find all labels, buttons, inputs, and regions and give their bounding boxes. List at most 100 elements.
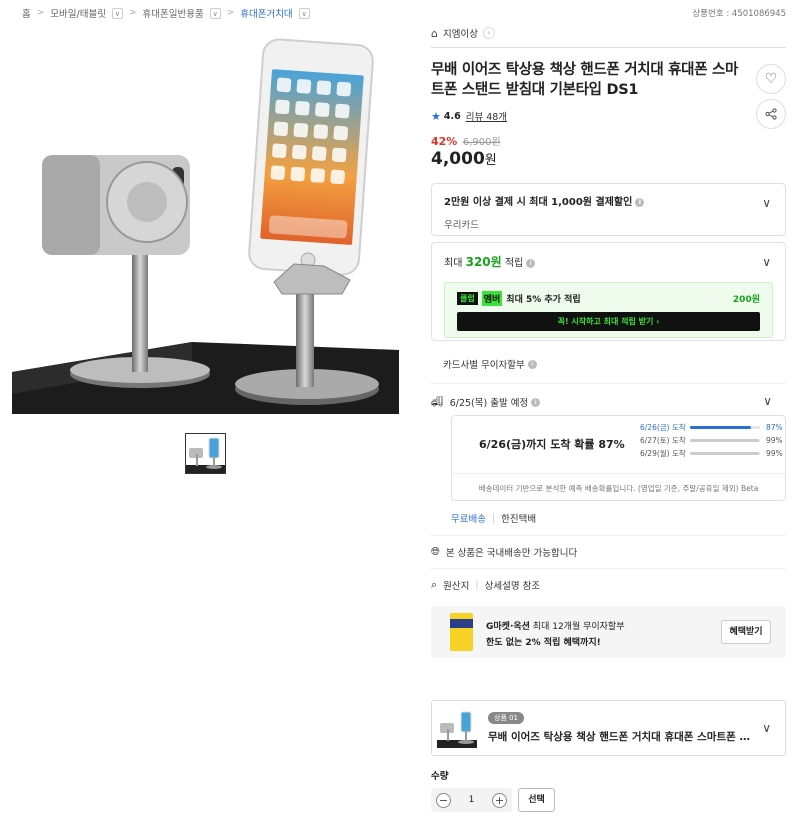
breadcrumb-level3[interactable]: 휴대폰거치대 xyxy=(240,6,292,20)
chevron-right-icon: > xyxy=(226,8,235,18)
divider xyxy=(431,568,786,569)
original-price: 6,900원 xyxy=(462,137,501,148)
review-link[interactable]: 리뷰 48개 xyxy=(466,109,507,123)
product-number: 상품번호 : 4501086945 xyxy=(692,9,786,19)
points-suffix: 적립 xyxy=(504,258,524,269)
carrier-name: 한진택배 xyxy=(501,514,537,525)
points-panel[interactable]: 최대 320원 적립 i ∨ 클럽 멤버 최대 5% 추가 적립 200원 꼭! … xyxy=(431,242,786,341)
product-main-image xyxy=(12,32,399,414)
chevron-down-icon[interactable]: ∨ xyxy=(209,7,221,19)
credit-card-icon xyxy=(450,613,473,651)
divider xyxy=(431,383,786,384)
arrival-row: 6/27(토) 도착 99% xyxy=(640,436,783,445)
membership-logo: 클럽 xyxy=(457,292,478,305)
divider xyxy=(431,535,786,536)
product-thumbnail[interactable] xyxy=(185,433,226,474)
option-selector[interactable]: 상품 01 무배 이어즈 탁상용 책상 핸드폰 거치대 휴대폰 스마트폰 스탠드… xyxy=(431,700,786,756)
share-button[interactable] xyxy=(756,99,786,129)
product-title: 무배 이어즈 탁상용 책상 핸드폰 거치대 휴대폰 스마트폰 스탠드 받침대 기… xyxy=(431,62,739,98)
membership-box: 클럽 멤버 최대 5% 추가 적립 200원 꼭! 시작하고 최대 적립 받기 … xyxy=(444,282,773,338)
breadcrumb-level2[interactable]: 휴대폰일반용품 xyxy=(143,6,204,20)
minus-button[interactable]: − xyxy=(436,792,451,808)
heart-icon: ♡ xyxy=(764,71,778,87)
quantity-value[interactable]: 1 xyxy=(469,795,475,805)
breadcrumb: 홈 > 모바일/태블릿 ∨ > 휴대폰일반용품 ∨ > 휴대폰거치대 ∨ xyxy=(22,6,310,20)
points-amount: 320원 xyxy=(465,255,502,269)
store-link[interactable]: ⌂ 지엠이상 › xyxy=(431,26,786,40)
delivery-note: 배송데이터 기반으로 분석한 예측 배송확률입니다. (영업일 기준, 주말/공… xyxy=(452,473,785,494)
chevron-right-icon: > xyxy=(128,8,137,18)
domestic-row: 🌐︎ 본 상품은 국내배송만 가능합니다 xyxy=(431,545,786,559)
breadcrumb-level1[interactable]: 모바일/태블릿 xyxy=(50,6,106,20)
discount-rate: 42% xyxy=(431,135,458,148)
membership-brand: 멤버 xyxy=(481,291,503,306)
divider xyxy=(431,47,786,48)
truck-icon: 🚚︎ xyxy=(431,396,444,408)
search-icon: ⌕ xyxy=(431,578,438,591)
info-icon[interactable]: i xyxy=(531,397,541,407)
separator: | xyxy=(475,579,479,591)
rating-score: 4.6 xyxy=(443,110,461,122)
domestic-note: 본 상품은 국내배송만 가능합니다 xyxy=(445,548,578,559)
membership-start-button[interactable]: 꼭! 시작하고 최대 적립 받기 › xyxy=(457,312,760,331)
info-icon[interactable]: i xyxy=(527,359,537,369)
arrival-summary: 6/26(금)까지 도착 확률 87% xyxy=(479,438,625,451)
chevron-down-icon: ∨ xyxy=(762,721,771,735)
breadcrumb-home[interactable]: 홈 xyxy=(22,6,31,20)
separator: | xyxy=(491,512,496,524)
membership-text: 최대 5% 추가 적립 xyxy=(506,295,581,305)
arrival-row: 6/26(금) 도착 87% xyxy=(640,423,783,432)
chevron-right-icon: > xyxy=(36,8,45,18)
card-discount-panel[interactable]: 2만원 이상 결제 시 최대 1,000원 결제할인 i 우리카드 ∨ xyxy=(431,183,786,236)
installment-label: 카드사별 무이자할부 xyxy=(443,360,525,371)
sale-price-value: 4,000 xyxy=(431,149,485,169)
benefit-text: G마켓·옥션 최대 12개월 무이자할부 한도 없는 2% 적립 혜택까지! xyxy=(486,622,625,648)
chevron-down-icon: ∨ xyxy=(763,394,772,408)
option-name: 무배 이어즈 탁상용 책상 핸드폰 거치대 휴대폰 스마트폰 스탠드 받침대 기… xyxy=(488,731,756,743)
option-thumbnail xyxy=(437,711,477,748)
get-benefit-button[interactable]: 혜택받기 xyxy=(721,620,771,644)
chevron-down-icon: ∨ xyxy=(762,196,771,210)
rating: ★ 4.6 리뷰 48개 xyxy=(431,109,786,124)
origin-row: ⌕ 원산지 | 상세설명 참조 xyxy=(431,578,786,592)
arrival-row: 6/29(월) 도착 99% xyxy=(640,449,783,458)
home-icon: ⌂ xyxy=(431,26,438,40)
installment-row[interactable]: 카드사별 무이자할부 i xyxy=(431,357,786,371)
membership-amount: 200원 xyxy=(732,295,760,305)
free-shipping-label: 무료배송 xyxy=(451,514,486,525)
shipping-method: 무료배송 | 한진택배 xyxy=(451,511,786,526)
option-tag: 상품 01 xyxy=(488,712,525,724)
info-icon[interactable]: i xyxy=(526,258,536,268)
origin-value: 상세설명 참조 xyxy=(484,581,541,592)
select-button[interactable]: 선택 xyxy=(518,788,555,812)
shipping-row[interactable]: 🚚︎ 6/25(목) 출발 예정 i ∨ xyxy=(431,394,786,409)
plus-button[interactable]: + xyxy=(491,792,507,808)
card-name: 우리카드 xyxy=(444,220,479,231)
globe-icon: 🌐︎ xyxy=(431,545,440,558)
star-icon: ★ xyxy=(431,109,441,123)
arrival-bar-fill xyxy=(690,439,760,442)
origin-label: 원산지 xyxy=(443,581,470,592)
arrival-rows: 6/26(금) 도착 87% 6/27(토) 도착 99% 6/29(월) 도착… xyxy=(640,421,785,460)
card-benefit-banner[interactable]: G마켓·옥션 최대 12개월 무이자할부 한도 없는 2% 적립 혜택까지! 혜… xyxy=(431,606,786,658)
arrival-bar-fill xyxy=(690,426,751,429)
quantity-row: − 1 + 선택 xyxy=(431,788,786,812)
shipping-departure: 6/25(목) 출발 예정 xyxy=(449,398,529,409)
quantity-stepper: − 1 + xyxy=(431,788,512,812)
arrival-bar-fill xyxy=(690,452,760,455)
share-icon xyxy=(765,108,777,120)
card-discount-title: 2만원 이상 결제 시 최대 1,000원 결제할인 xyxy=(444,197,633,208)
chevron-down-icon[interactable]: ∨ xyxy=(298,7,310,19)
points-prefix: 최대 xyxy=(444,258,463,269)
chevron-right-icon: › xyxy=(482,27,495,39)
quantity-label: 수량 xyxy=(431,771,449,782)
chevron-down-icon: ∨ xyxy=(762,255,771,269)
wishlist-button[interactable]: ♡ xyxy=(756,64,786,94)
sale-price: 4,000원 xyxy=(431,149,786,169)
delivery-probability-box: 6/26(금)까지 도착 확률 87% 6/26(금) 도착 87% 6/27(… xyxy=(451,415,786,501)
store-name: 지엠이상 xyxy=(442,29,478,40)
chevron-down-icon[interactable]: ∨ xyxy=(111,7,123,19)
info-icon[interactable]: i xyxy=(635,197,645,207)
price-box: 42% 6,900원 4,000원 xyxy=(431,133,786,169)
product-info-panel: ⌂ 지엠이상 › 무배 이어즈 탁상용 책상 핸드폰 거치대 휴대폰 스마트폰 … xyxy=(431,24,786,812)
